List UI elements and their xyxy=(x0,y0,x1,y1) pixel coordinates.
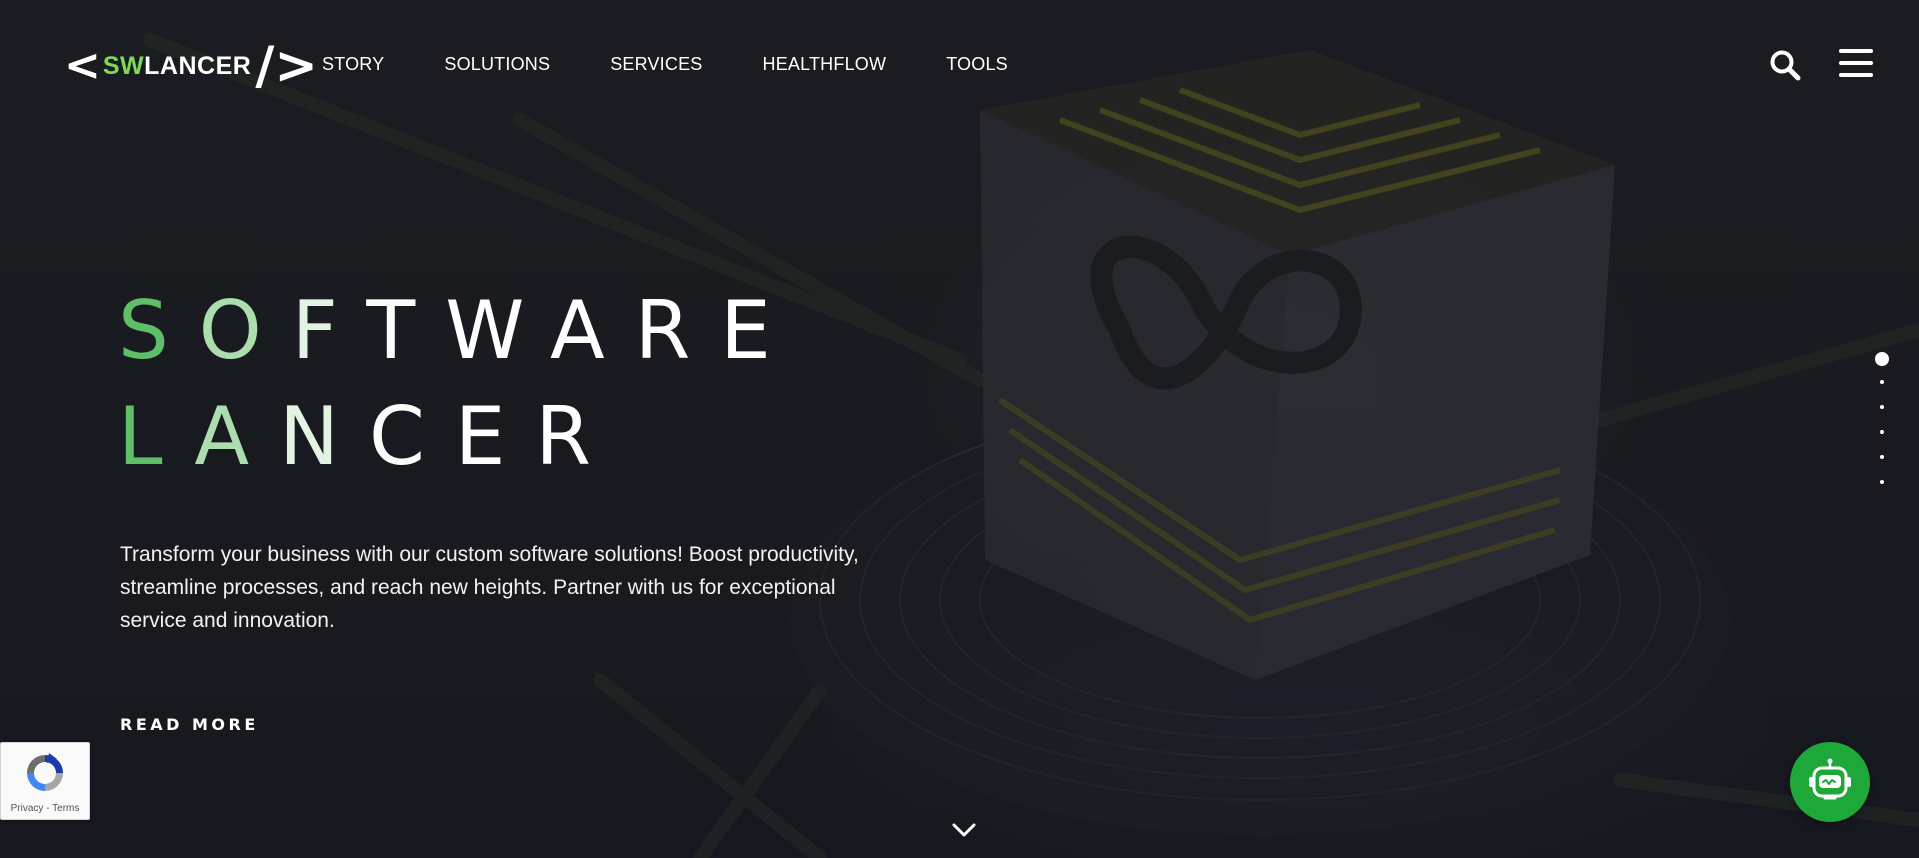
logo-wordmark: SWLANCER xyxy=(103,52,251,81)
read-more-button[interactable]: READ MORE xyxy=(120,715,259,734)
site-logo[interactable]: < SWLANCER /> xyxy=(64,38,318,94)
nav-solutions[interactable]: SOLUTIONS xyxy=(444,54,550,75)
logo-sw-text: SW xyxy=(102,51,145,80)
hero-title-letter: L xyxy=(118,390,195,483)
page: < SWLANCER /> STORY SOLUTIONS SERVICES H… xyxy=(0,0,1919,858)
hero-title-letter: A xyxy=(194,390,280,483)
slide-dot[interactable] xyxy=(1880,405,1884,409)
search-icon xyxy=(1770,50,1801,81)
main-nav: STORY SOLUTIONS SERVICES HEALTHFLOW TOOL… xyxy=(322,54,1068,75)
hero-title-line-1: SOFTWARE xyxy=(118,278,801,384)
nav-tools[interactable]: TOOLS xyxy=(946,54,1008,75)
logo-lancer-text: LANCER xyxy=(144,51,252,80)
hero-description: Transform your business with our custom … xyxy=(120,543,859,632)
slide-pager xyxy=(1874,352,1890,505)
hero-title-letter: E xyxy=(720,284,801,377)
hero-title-letter: S xyxy=(118,284,199,377)
logo-slash-bracket: /> xyxy=(255,36,318,96)
recaptcha-links: Privacy - Terms xyxy=(1,803,89,814)
recaptcha-icon xyxy=(27,753,63,791)
hero-title-letter: R xyxy=(535,390,621,483)
slide-dot[interactable] xyxy=(1880,380,1884,384)
recaptcha-badge[interactable]: Privacy - Terms xyxy=(0,742,90,820)
hamburger-menu-icon xyxy=(1839,49,1873,77)
hero-title-letter: E xyxy=(454,390,536,483)
hero-title-letter: F xyxy=(291,284,367,377)
recaptcha-terms-link[interactable]: Terms xyxy=(52,803,79,814)
slide-dot[interactable] xyxy=(1880,430,1884,434)
chevron-down-icon xyxy=(952,823,976,837)
hero-title-letter: O xyxy=(198,284,292,377)
hero-title-letter: A xyxy=(549,284,635,377)
hero-title-letter: R xyxy=(634,284,721,377)
menu-button[interactable] xyxy=(1839,49,1873,79)
robot-icon xyxy=(1809,758,1851,800)
slide-dot[interactable] xyxy=(1880,480,1884,484)
slide-dot[interactable] xyxy=(1875,352,1889,366)
hero-title-letter: W xyxy=(445,284,550,377)
nav-story[interactable]: STORY xyxy=(322,54,384,75)
nav-healthflow[interactable]: HEALTHFLOW xyxy=(763,54,887,75)
hero-title: SOFTWARE LANCER xyxy=(118,278,801,490)
hero-title-letter: T xyxy=(366,284,446,377)
hero-title-letter: C xyxy=(368,390,455,483)
scroll-down-button[interactable] xyxy=(950,820,978,840)
search-button[interactable] xyxy=(1769,49,1801,81)
hero-title-letter: N xyxy=(279,390,369,483)
hero-title-line-2: LANCER xyxy=(118,384,801,490)
logo-left-bracket: < xyxy=(64,40,101,91)
recaptcha-privacy-link[interactable]: Privacy xyxy=(11,803,44,814)
slide-dot[interactable] xyxy=(1880,455,1884,459)
chatbot-button[interactable] xyxy=(1790,742,1870,822)
recaptcha-separator: - xyxy=(43,803,53,814)
nav-services[interactable]: SERVICES xyxy=(610,54,702,75)
